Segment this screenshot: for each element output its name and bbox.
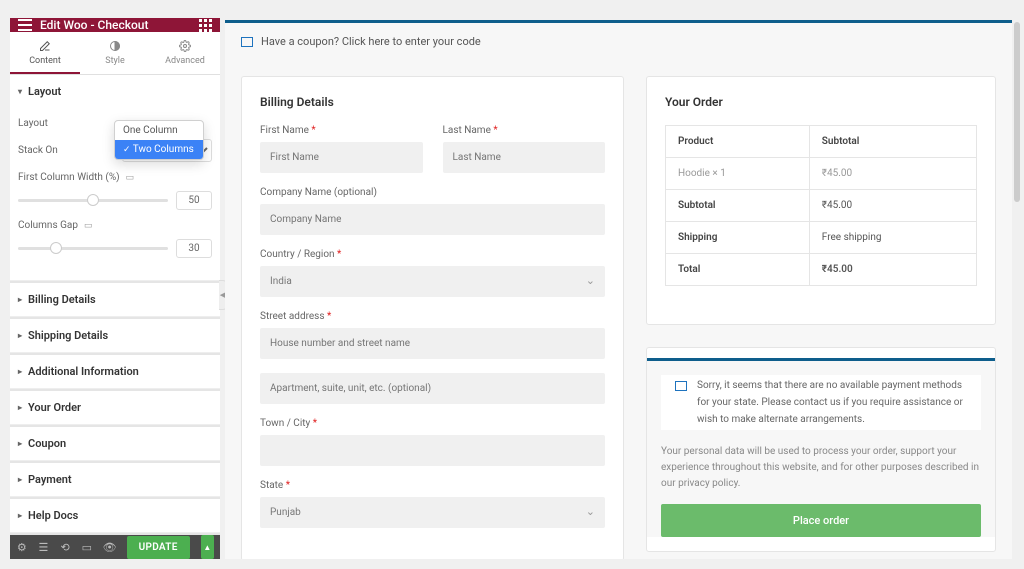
contrast-icon	[109, 40, 121, 52]
section-header-order[interactable]: Your Order	[10, 391, 220, 424]
gear-icon	[179, 40, 191, 52]
column-width-control: First Column Width (%)▭	[18, 172, 212, 210]
info-icon	[675, 381, 687, 391]
column-width-input[interactable]	[176, 191, 212, 210]
last-name-label: Last Name *	[443, 125, 606, 136]
street2-field[interactable]	[260, 373, 605, 404]
tab-style[interactable]: Style	[80, 32, 150, 74]
navigator-icon[interactable]: ☰	[38, 541, 50, 554]
section-header-payment[interactable]: Payment	[10, 463, 220, 496]
menu-icon[interactable]	[18, 19, 32, 31]
preview-canvas: Have a coupon? Click here to enter your …	[225, 20, 1012, 559]
desktop-icon[interactable]: ▭	[84, 221, 93, 231]
order-table: ProductSubtotal Hoodie × 1₹45.00 Subtota…	[665, 125, 977, 286]
company-field[interactable]	[260, 204, 605, 235]
tab-content[interactable]: Content	[10, 32, 80, 74]
responsive-icon[interactable]: ▭	[81, 541, 93, 554]
place-order-button[interactable]: Place order	[661, 504, 981, 537]
layout-control: Layout One Column Two Columns	[18, 118, 212, 129]
columns-gap-slider[interactable]	[18, 247, 168, 250]
section-layout: Layout Layout One Column Two Columns Sta…	[10, 75, 220, 281]
first-name-label: First Name *	[260, 125, 423, 136]
update-button[interactable]: UPDATE	[127, 536, 190, 559]
section-header-layout[interactable]: Layout	[10, 75, 220, 108]
sidebar-footer: ⚙ ☰ ⟲ ▭ 👁 UPDATE ▲	[10, 535, 220, 559]
coupon-icon	[241, 37, 253, 47]
editor-tabs: Content Style Advanced	[10, 32, 220, 75]
country-label: Country / Region *	[260, 249, 605, 260]
history-icon[interactable]: ⟲	[59, 541, 71, 554]
columns-gap-input[interactable]	[176, 239, 212, 258]
editor-sidebar: Edit Woo - Checkout Content Style Advanc…	[10, 18, 220, 558]
payment-panel: Sorry, it seems that there are no availa…	[646, 347, 996, 552]
scrollbar[interactable]	[1014, 22, 1020, 202]
company-label: Company Name (optional)	[260, 187, 605, 198]
settings-icon[interactable]: ⚙	[16, 541, 28, 554]
billing-title: Billing Details	[260, 95, 605, 109]
preview-icon[interactable]: 👁	[103, 541, 117, 554]
state-label: State *	[260, 480, 605, 491]
billing-panel: Billing Details First Name * Last Name *…	[241, 76, 624, 559]
order-title: Your Order	[665, 95, 977, 109]
page-title: Edit Woo - Checkout	[40, 18, 148, 32]
section-header-billing[interactable]: Billing Details	[10, 283, 220, 316]
widgets-icon[interactable]	[199, 19, 212, 32]
first-name-field[interactable]	[260, 142, 423, 173]
columns-gap-control: Columns Gap▭	[18, 220, 212, 258]
section-header-additional[interactable]: Additional Information	[10, 355, 220, 388]
column-width-slider[interactable]	[18, 199, 168, 202]
street-label: Street address *	[260, 311, 605, 322]
pencil-icon	[39, 40, 51, 52]
town-label: Town / City *	[260, 418, 605, 429]
coupon-toggle[interactable]: Have a coupon? Click here to enter your …	[225, 23, 1012, 60]
last-name-field[interactable]	[443, 142, 606, 173]
country-select[interactable]: India	[260, 266, 605, 297]
section-header-shipping[interactable]: Shipping Details	[10, 319, 220, 352]
privacy-text: Your personal data will be used to proce…	[647, 444, 995, 504]
tab-advanced[interactable]: Advanced	[150, 32, 220, 74]
state-select[interactable]: Punjab	[260, 497, 605, 528]
layout-dropdown[interactable]: One Column Two Columns	[114, 120, 204, 160]
order-panel: Your Order ProductSubtotal Hoodie × 1₹45…	[646, 76, 996, 325]
layout-option-two[interactable]: Two Columns	[115, 140, 203, 159]
layout-option-one[interactable]: One Column	[115, 121, 203, 140]
desktop-icon[interactable]: ▭	[126, 173, 135, 183]
section-header-help[interactable]: Help Docs	[10, 499, 220, 532]
street1-field[interactable]	[260, 328, 605, 359]
sidebar-header: Edit Woo - Checkout	[10, 18, 220, 32]
table-row: Hoodie × 1₹45.00	[666, 158, 977, 190]
section-header-coupon[interactable]: Coupon	[10, 427, 220, 460]
update-options-button[interactable]: ▲	[201, 535, 214, 559]
town-field[interactable]	[260, 435, 605, 466]
payment-notice: Sorry, it seems that there are no availa…	[661, 375, 981, 430]
